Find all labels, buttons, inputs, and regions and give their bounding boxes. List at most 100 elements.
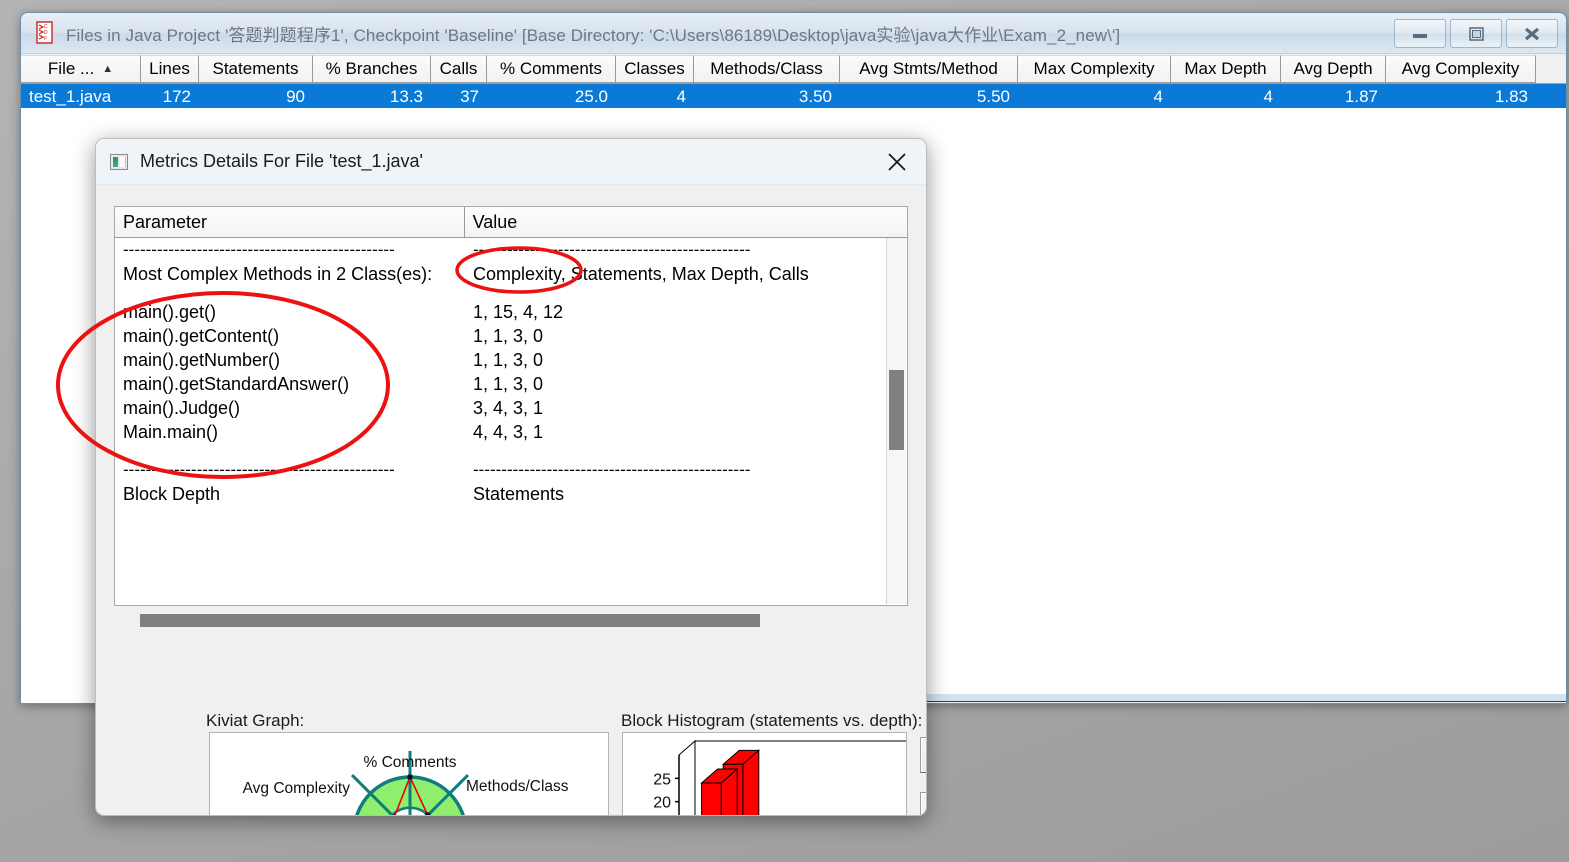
block-histogram-label: Block Histogram (statements vs. depth): xyxy=(621,711,923,730)
parameter-name: ----------------------------------------… xyxy=(123,460,395,479)
parameter-row[interactable]: ----------------------------------------… xyxy=(115,458,907,482)
dialog-button-column: HelpCopyPrintDone xyxy=(920,737,926,815)
parameter-value: 3, 4, 3, 1 xyxy=(473,397,544,418)
parameter-row[interactable]: main().getContent() 1, 1, 3, 0 xyxy=(115,324,907,348)
column-header-label: % Comments xyxy=(499,59,603,78)
column-header-label: Avg Complexity xyxy=(1401,59,1520,78)
column-header-value[interactable]: Value xyxy=(465,207,907,237)
table-cell: 37 xyxy=(460,87,479,106)
parameter-row[interactable] xyxy=(115,286,907,300)
close-icon[interactable] xyxy=(1506,19,1558,48)
column-header-label: % Branches xyxy=(325,59,418,78)
histogram-left-wall xyxy=(678,739,696,815)
parameter-name: Block Depth xyxy=(123,483,221,504)
parameter-name: main().getNumber() xyxy=(123,349,281,370)
column-header-methods-class[interactable]: Methods/Class xyxy=(694,55,840,83)
parameter-value: 1, 1, 3, 0 xyxy=(473,373,544,394)
column-header-label: File ... xyxy=(47,59,95,78)
parameter-row[interactable]: ----------------------------------------… xyxy=(115,238,907,262)
scrollbar-thumb[interactable] xyxy=(889,370,904,450)
table-cell: 4 xyxy=(1263,87,1273,106)
parameter-rows: ----------------------------------------… xyxy=(115,238,907,605)
column-header-label: Avg Stmts/Method xyxy=(859,59,998,78)
column-header-parameter[interactable]: Parameter xyxy=(115,207,465,237)
column-header-max-complexity[interactable]: Max Complexity xyxy=(1018,55,1171,83)
kiviat-axis-label: Avg Complexity xyxy=(243,780,351,797)
parameter-value: ----------------------------------------… xyxy=(473,460,751,479)
parameter-row[interactable]: Most Complex Methods in 2 Class(es): Comp… xyxy=(115,262,907,286)
column-header-label: Max Complexity xyxy=(1033,59,1155,78)
window-controls xyxy=(1394,19,1558,48)
parameter-row[interactable]: main().get() 1, 15, 4, 12 xyxy=(115,300,907,324)
kiviat-graph: % CommentsMethods/ClassAvg Stmts/MethodM… xyxy=(209,732,609,815)
column-header-branches[interactable]: % Branches xyxy=(313,55,431,83)
table-cell: 1.87 xyxy=(1344,87,1378,106)
parameter-row[interactable]: main().getNumber() 1, 1, 3, 0 xyxy=(115,348,907,372)
parameter-horizontal-scrollbar[interactable] xyxy=(114,609,908,631)
metrics-details-dialog: Metrics Details For File 'test_1.java' P… xyxy=(95,138,927,816)
column-header-label: Classes xyxy=(624,59,685,78)
histogram-y-tick-label: 25 xyxy=(653,771,671,788)
table-cell: 4 xyxy=(1153,87,1163,106)
table-cell: 3.50 xyxy=(798,87,832,106)
table-cell: 4 xyxy=(676,87,686,106)
help-button[interactable]: Help xyxy=(920,737,926,773)
close-icon[interactable] xyxy=(882,148,912,176)
parameter-name: ----------------------------------------… xyxy=(123,240,395,259)
column-header-label: Methods/Class xyxy=(710,59,823,78)
dialog-title: Metrics Details For File 'test_1.java' xyxy=(140,151,423,171)
parameter-name: main().getStandardAnswer() xyxy=(123,373,350,394)
parameter-name: main().getContent() xyxy=(123,325,280,346)
project-file-icon: C D F xyxy=(35,21,57,45)
kiviat-axis-label: Methods/Class xyxy=(466,778,569,795)
kiviat-graph-label: Kiviat Graph: xyxy=(206,711,305,730)
parameter-row[interactable]: Block Depth Statements xyxy=(115,482,907,506)
table-cell: 25.0 xyxy=(574,87,608,106)
dialog-title-bar: Metrics Details For File 'test_1.java' xyxy=(96,139,926,185)
parameter-name: main().get() xyxy=(123,301,217,322)
column-header-label: Statements xyxy=(212,59,299,78)
column-header-avg-complexity[interactable]: Avg Complexity xyxy=(1386,55,1536,83)
column-header-label: Avg Depth xyxy=(1293,59,1373,78)
parameter-table-header: Parameter Value xyxy=(115,207,907,238)
parameter-row[interactable]: main().Judge() 3, 4, 3, 1 xyxy=(115,396,907,420)
file-table-header: File ... ▲ Lines Statements % Branches Calls%… xyxy=(21,55,1566,84)
column-header-calls[interactable]: Calls xyxy=(431,55,487,83)
table-cell: 1.83 xyxy=(1494,87,1528,106)
main-window-title: Files in Java Project '答题判题程序1', Checkpo… xyxy=(66,25,1121,45)
parameter-name: Main.main() xyxy=(123,421,219,442)
table-cell: 13.3 xyxy=(389,87,423,106)
table-row[interactable]: test_1.java 172 90 13.3 37 25.0 4 3.50 5.50 4 4 1.8… xyxy=(21,84,1566,110)
maximize-icon[interactable] xyxy=(1450,19,1502,48)
sort-ascending-icon: ▲ xyxy=(102,62,114,75)
parameter-vertical-scrollbar[interactable] xyxy=(886,238,906,604)
scrollbar-thumb[interactable] xyxy=(140,614,760,627)
table-cell: 172 xyxy=(162,87,191,106)
parameter-value: 1, 1, 3, 0 xyxy=(473,325,544,346)
parameter-value: Statements xyxy=(473,483,565,504)
parameter-name: main().Judge() xyxy=(123,397,241,418)
column-header-file[interactable]: File ... ▲ xyxy=(21,55,141,83)
column-header-comments[interactable]: % Comments xyxy=(487,55,616,83)
column-header-avg-stmts-method[interactable]: Avg Stmts/Method xyxy=(840,55,1018,83)
table-cell: test_1.java xyxy=(29,87,112,106)
parameter-row[interactable] xyxy=(115,444,907,458)
column-header-label: Lines xyxy=(149,59,190,78)
copy-button[interactable]: Copy xyxy=(920,792,926,815)
parameter-row[interactable]: main().getStandardAnswer() 1, 1, 3, 0 xyxy=(115,372,907,396)
minimize-icon[interactable] xyxy=(1394,19,1446,48)
parameter-value: 4, 4, 3, 1 xyxy=(473,421,544,442)
column-header-statements[interactable]: Statements xyxy=(199,55,313,83)
parameter-table: Parameter Value ------------------------… xyxy=(114,206,908,606)
column-header-lines[interactable]: Lines xyxy=(141,55,199,83)
column-header-classes[interactable]: Classes xyxy=(616,55,694,83)
parameter-value: ----------------------------------------… xyxy=(473,240,751,259)
svg-text:F: F xyxy=(44,36,47,42)
column-header-label: Max Depth xyxy=(1184,59,1267,78)
table-cell: 90 xyxy=(286,87,305,106)
column-header-max-depth[interactable]: Max Depth xyxy=(1171,55,1281,83)
column-header-avg-depth[interactable]: Avg Depth xyxy=(1281,55,1386,83)
parameter-value: Complexity, Statements, Max Depth, Calls xyxy=(473,263,809,284)
parameter-row[interactable]: Main.main() 4, 4, 3, 1 xyxy=(115,420,907,444)
histogram-y-tick-label: 20 xyxy=(653,795,671,812)
